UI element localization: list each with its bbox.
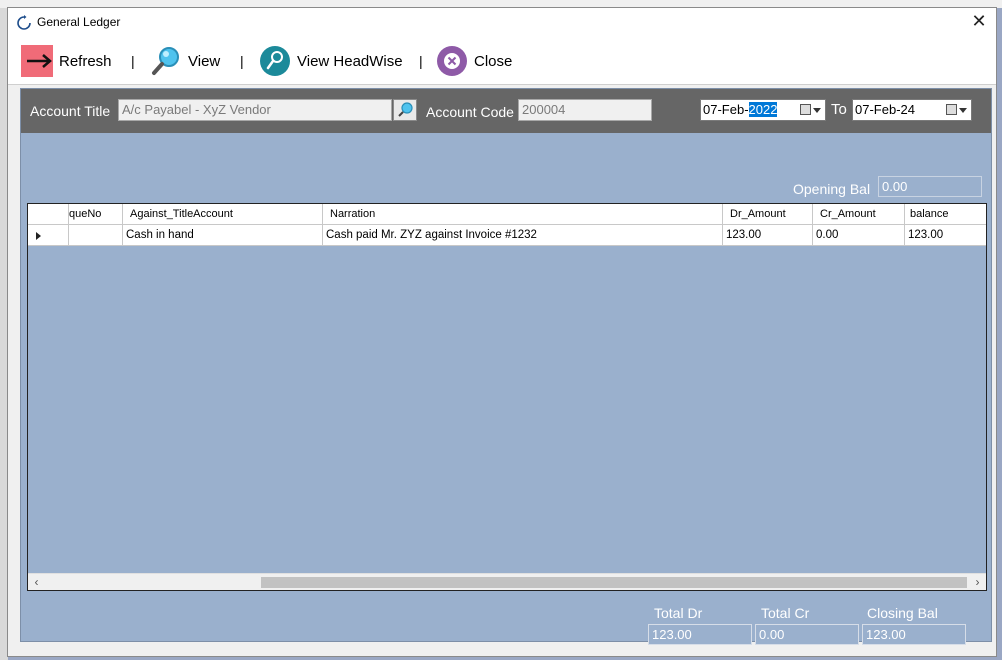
date-to-picker[interactable]: 07-Feb-24: [852, 99, 972, 121]
column-header-against-title[interactable]: Against_TitleAccount: [123, 204, 323, 225]
refresh-label: Refresh: [59, 52, 112, 70]
to-label: To: [831, 101, 847, 118]
refresh-button[interactable]: Refresh: [21, 45, 112, 77]
refresh-arrow-icon: [21, 45, 53, 77]
account-title-label: Account Title: [30, 103, 111, 119]
scroll-right-icon[interactable]: ›: [969, 574, 986, 590]
column-header-queno[interactable]: queNo: [69, 204, 123, 225]
toolbar: Refresh | View | View HeadWise | Close: [8, 37, 996, 85]
date-to-value: 07-Feb-24: [855, 102, 915, 117]
chevron-down-icon: [813, 108, 821, 113]
magnifier-icon: [150, 45, 182, 77]
view-headwise-button[interactable]: View HeadWise: [259, 45, 403, 77]
column-header-balance[interactable]: balance: [905, 204, 986, 225]
toolbar-separator: |: [131, 53, 135, 69]
row-pointer-icon: [36, 232, 41, 240]
column-header-dr-amount[interactable]: Dr_Amount: [723, 204, 813, 225]
opening-bal-field[interactable]: 0.00: [878, 176, 982, 197]
grid-header: queNo Against_TitleAccount Narration Dr_…: [28, 204, 986, 225]
column-header-cr-amount[interactable]: Cr_Amount: [813, 204, 905, 225]
account-code-field[interactable]: 200004: [518, 99, 652, 121]
date-from-picker[interactable]: 07-Feb-2022: [700, 99, 826, 121]
closing-bal-label: Closing Bal: [867, 605, 938, 621]
date-from-prefix: 07-Feb-: [703, 102, 749, 117]
view-headwise-label: View HeadWise: [297, 52, 403, 70]
cell-cr-amount[interactable]: 0.00: [813, 225, 905, 246]
scrollbar-thumb[interactable]: [261, 577, 967, 588]
horizontal-scrollbar[interactable]: ‹ ›: [28, 573, 986, 590]
row-selector[interactable]: [28, 225, 69, 246]
toolbar-separator: |: [419, 53, 423, 69]
window-title: General Ledger: [37, 15, 121, 29]
ledger-grid[interactable]: queNo Against_TitleAccount Narration Dr_…: [27, 203, 987, 591]
cell-narration[interactable]: Cash paid Mr. ZYZ against Invoice #1232: [323, 225, 723, 246]
cell-dr-amount[interactable]: 123.00: [723, 225, 813, 246]
search-icon: [398, 102, 413, 117]
ledger-content: Account Title A/c Payabel - XyZ Vendor A…: [20, 88, 992, 645]
close-label: Close: [474, 52, 513, 70]
scroll-left-icon[interactable]: ‹: [28, 574, 45, 590]
close-circle-icon: [436, 45, 468, 77]
opening-bal-label: Opening Bal: [793, 181, 871, 197]
chevron-down-icon: [959, 108, 967, 113]
view-button[interactable]: View: [150, 45, 220, 77]
table-row[interactable]: Cash in hand Cash paid Mr. ZYZ against I…: [28, 225, 986, 246]
calendar-icon: [946, 104, 957, 115]
column-header-narration[interactable]: Narration: [323, 204, 723, 225]
total-dr-label: Total Dr: [654, 605, 703, 621]
total-dr-field[interactable]: 123.00: [648, 624, 752, 645]
account-lookup-button[interactable]: [393, 99, 417, 121]
filter-bar: Account Title A/c Payabel - XyZ Vendor A…: [21, 89, 991, 133]
row-header-corner: [28, 204, 69, 225]
cell-balance[interactable]: 123.00: [905, 225, 986, 246]
view-label: View: [188, 52, 221, 70]
window-close-button[interactable]: ✕: [962, 8, 996, 37]
cell-queno[interactable]: [69, 225, 123, 246]
account-title-field[interactable]: A/c Payabel - XyZ Vendor: [118, 99, 392, 121]
calendar-icon: [800, 104, 811, 115]
closing-bal-field[interactable]: 123.00: [862, 624, 966, 645]
toolbar-separator: |: [240, 53, 244, 69]
general-ledger-window: General Ledger ✕ Refresh | View | View H…: [7, 7, 997, 657]
total-cr-field[interactable]: 0.00: [755, 624, 859, 645]
refresh-circle-icon: [17, 15, 31, 30]
account-code-label: Account Code: [426, 104, 514, 120]
cell-against-title[interactable]: Cash in hand: [123, 225, 323, 246]
total-cr-label: Total Cr: [761, 605, 810, 621]
search-circle-icon: [259, 45, 291, 77]
title-bar[interactable]: General Ledger ✕: [8, 8, 996, 37]
close-button[interactable]: Close: [436, 45, 512, 77]
date-from-selected-year: 2022: [748, 102, 778, 117]
